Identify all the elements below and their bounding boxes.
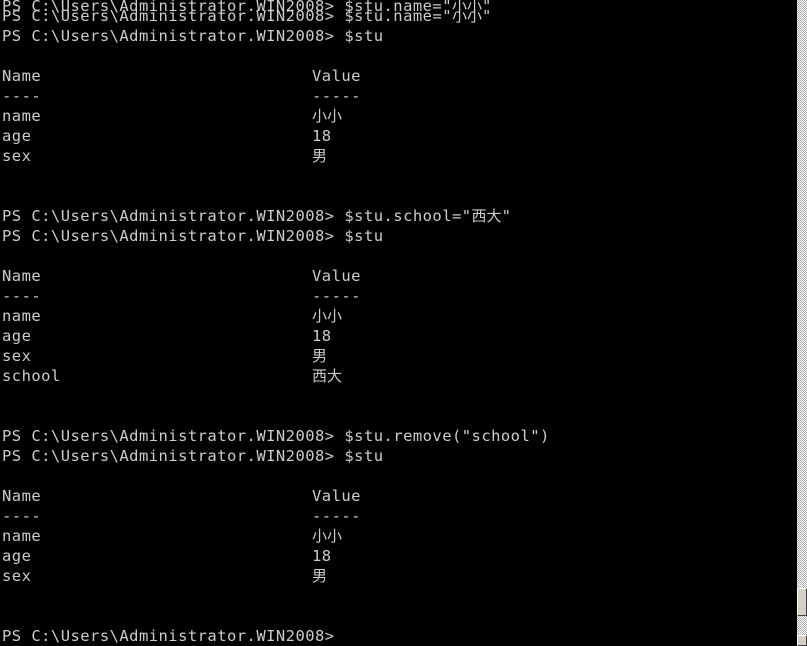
cell-value: 男 — [312, 567, 328, 585]
table-header-rule: ---- ----- — [2, 286, 360, 306]
column-header-value: Value — [312, 267, 361, 285]
command-text: $stu.name="小小" — [334, 7, 492, 25]
column-rule-name: ---- — [2, 287, 42, 305]
console-command-line: PS C:\Users\Administrator.WIN2008> $stu.… — [2, 426, 550, 446]
console-command-line: PS C:\Users\Administrator.WIN2008> $stu — [2, 26, 384, 46]
cell-value: 小小 — [312, 307, 343, 325]
column-rule-value: ----- — [312, 507, 361, 525]
table-header-row: Name Value — [2, 486, 360, 506]
table-row: name 小小 — [2, 306, 342, 326]
console-command-line: PS C:\Users\Administrator.WIN2008> $stu.… — [2, 206, 511, 226]
cell-name: sex — [2, 147, 32, 165]
table-row: sex 男 — [2, 566, 327, 586]
column-header-name: Name — [2, 487, 42, 505]
column-header-name: Name — [2, 267, 42, 285]
command-text: $stu.remove("school") — [334, 427, 550, 445]
prompt-text: PS C:\Users\Administrator.WIN2008> — [2, 447, 335, 465]
vertical-scrollbar-track[interactable] — [796, 0, 807, 646]
column-header-value: Value — [312, 487, 361, 505]
cell-value: 小小 — [312, 527, 343, 545]
table-header-row: Name Value — [2, 266, 360, 286]
cell-value: 18 — [312, 327, 332, 345]
prompt-text: PS C:\Users\Administrator.WIN2008> — [2, 207, 335, 225]
cell-value: 西大 — [312, 367, 343, 385]
command-text: $stu — [334, 447, 384, 465]
powershell-console-window[interactable]: PS C:\Users\Administrator.WIN2008> $stu.… — [0, 0, 807, 646]
table-row: name 小小 — [2, 526, 342, 546]
prompt-text: PS C:\Users\Administrator.WIN2008> — [2, 627, 335, 645]
cell-value: 男 — [312, 347, 328, 365]
table-row: sex 男 — [2, 346, 327, 366]
table-header-row: Name Value — [2, 66, 360, 86]
command-text: $stu — [334, 227, 384, 245]
column-header-value: Value — [312, 67, 361, 85]
column-rule-name: ---- — [2, 507, 42, 525]
table-row: school 西大 — [2, 366, 342, 386]
table-row: age 18 — [2, 546, 331, 566]
cell-name: school — [2, 367, 61, 385]
cell-name: name — [2, 527, 42, 545]
command-text: $stu — [334, 27, 384, 45]
table-row: age 18 — [2, 126, 331, 146]
console-command-line: PS C:\Users\Administrator.WIN2008> $stu — [2, 446, 384, 466]
cell-name: sex — [2, 347, 32, 365]
column-rule-value: ----- — [312, 87, 361, 105]
cell-name: name — [2, 107, 42, 125]
cell-value: 男 — [312, 147, 328, 165]
column-header-name: Name — [2, 67, 42, 85]
command-text: $stu.school="西大" — [334, 207, 512, 225]
table-header-rule: ---- ----- — [2, 86, 360, 106]
table-row: sex 男 — [2, 146, 327, 166]
cell-name: sex — [2, 567, 32, 585]
table-row: name 小小 — [2, 106, 342, 126]
cell-name: name — [2, 307, 42, 325]
console-command-line: PS C:\Users\Administrator.WIN2008> $stu.… — [2, 6, 492, 26]
table-header-rule: ---- ----- — [2, 506, 360, 526]
vertical-scrollbar-thumb[interactable] — [797, 588, 807, 616]
prompt-text: PS C:\Users\Administrator.WIN2008> — [2, 427, 335, 445]
scrollbar-down-arrow-icon[interactable] — [797, 635, 807, 646]
console-command-line: PS C:\Users\Administrator.WIN2008> — [2, 626, 335, 646]
cell-value: 18 — [312, 547, 332, 565]
column-rule-value: ----- — [312, 287, 361, 305]
console-text-buffer[interactable]: PS C:\Users\Administrator.WIN2008> $stu.… — [0, 0, 796, 646]
cell-value: 18 — [312, 127, 332, 145]
table-row: age 18 — [2, 326, 331, 346]
cell-name: age — [2, 547, 32, 565]
prompt-text: PS C:\Users\Administrator.WIN2008> — [2, 227, 335, 245]
cell-name: age — [2, 327, 32, 345]
cell-value: 小小 — [312, 107, 343, 125]
prompt-text: PS C:\Users\Administrator.WIN2008> — [2, 7, 335, 25]
column-rule-name: ---- — [2, 87, 42, 105]
cell-name: age — [2, 127, 32, 145]
console-command-line: PS C:\Users\Administrator.WIN2008> $stu — [2, 226, 384, 246]
prompt-text: PS C:\Users\Administrator.WIN2008> — [2, 27, 335, 45]
